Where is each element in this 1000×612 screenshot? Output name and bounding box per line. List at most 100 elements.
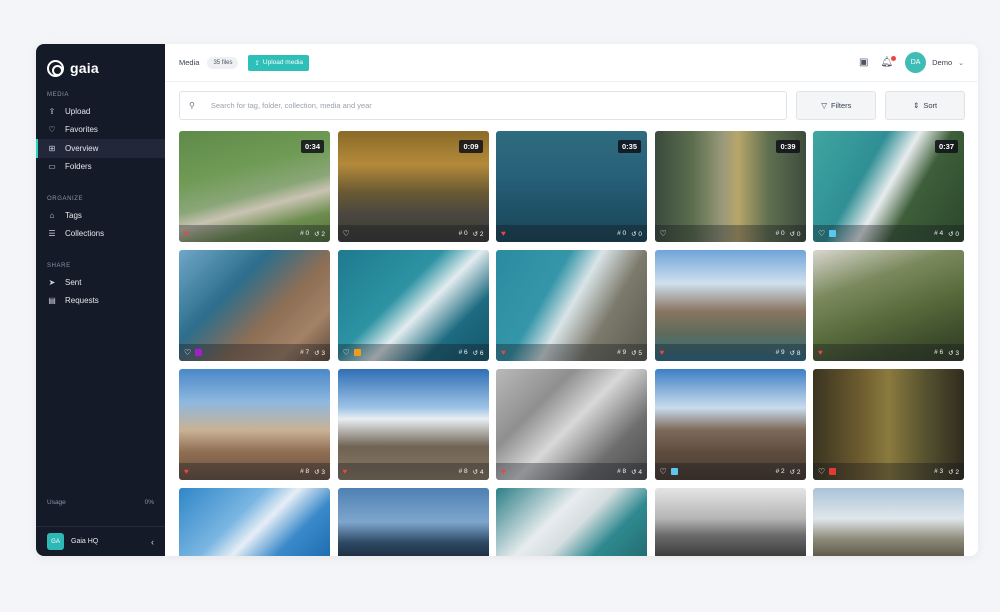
heart-icon[interactable]: ♥ <box>184 229 189 238</box>
media-tile[interactable]: 0:37 ♡ # 4 ↺ 0 <box>813 131 964 242</box>
version-count-value: 0 <box>638 230 642 238</box>
media-tile[interactable]: ♥ # 8 ↺ 4 <box>337 369 489 480</box>
usage-meter: Usage 0% <box>47 499 154 506</box>
media-tile[interactable]: ♥ # 9 ↺ 8 <box>654 250 806 361</box>
upload-media-button[interactable]: ⇪ Upload media <box>248 54 310 71</box>
tag-count-value: 6 <box>463 348 468 356</box>
media-tile[interactable]: ♥ # 8 ↺ 4 <box>496 369 647 480</box>
brand[interactable]: gaia <box>36 44 165 82</box>
media-tile[interactable] <box>813 488 964 556</box>
version-count-value: 0 <box>955 230 959 238</box>
media-tile[interactable]: ♡ # 7 ↺ 3 <box>179 250 330 361</box>
version-count-value: 3 <box>321 468 325 476</box>
version-count: ↺ 2 <box>948 468 959 476</box>
tile-stats: # 2 ↺ 2 <box>776 468 801 476</box>
search-input[interactable] <box>210 101 771 110</box>
user-menu[interactable]: DA Demo ⌄ <box>905 52 964 73</box>
heart-icon[interactable]: ♡ <box>343 348 350 357</box>
media-tile[interactable]: ♡ # 3 ↺ 2 <box>813 369 964 480</box>
tile-footer: ♡ # 4 ↺ 0 <box>813 225 964 242</box>
media-tile[interactable] <box>179 488 330 556</box>
heart-icon[interactable]: ♡ <box>343 229 350 238</box>
media-tile[interactable] <box>496 488 647 556</box>
filter-icon: ▽ <box>821 101 827 110</box>
heart-icon[interactable]: ♥ <box>501 467 506 476</box>
document-icon: ▤ <box>48 296 56 306</box>
notifications-button[interactable]: 🔔︎ <box>880 56 897 68</box>
heart-icon[interactable]: ♡ <box>818 467 825 476</box>
color-label-swatch[interactable] <box>829 468 837 475</box>
heart-icon[interactable]: ♡ <box>660 467 667 476</box>
sidebar-item-overview[interactable]: ⊞ Overview <box>36 139 165 158</box>
heart-icon[interactable]: ♥ <box>184 467 189 476</box>
sort-button[interactable]: ⇕ Sort <box>885 91 965 120</box>
folder-icon: ▭ <box>48 162 56 172</box>
tag-count-value: 0 <box>622 229 627 237</box>
media-tile[interactable]: 0:09 ♡ # 0 ↺ 2 <box>337 131 489 242</box>
color-label-swatch[interactable] <box>670 468 678 475</box>
media-tile[interactable]: 0:35 ♥ # 0 ↺ 0 <box>496 131 647 242</box>
heart-icon[interactable]: ♥ <box>501 229 506 238</box>
heart-icon[interactable]: ♥ <box>343 467 348 476</box>
heart-icon[interactable]: ♥ <box>818 348 823 357</box>
tag-count: # 6 <box>934 349 943 357</box>
media-tile[interactable]: 0:34 ♥ # 0 ↺ 2 <box>179 131 330 242</box>
media-tile[interactable] <box>337 488 489 556</box>
sort-label: Sort <box>923 101 938 110</box>
sidebar-item-folders[interactable]: ▭ Folders <box>36 158 165 177</box>
color-label-swatch[interactable] <box>195 349 203 356</box>
calendar-icon[interactable]: ▣ <box>859 57 868 68</box>
version-count-value: 0 <box>796 230 801 238</box>
media-tile[interactable]: ♥ # 8 ↺ 3 <box>179 369 330 480</box>
sidebar-item-tags[interactable]: ⌂ Tags <box>36 206 165 225</box>
history-icon: ↺ <box>789 468 797 476</box>
version-count: ↺ 3 <box>948 349 959 357</box>
version-count-value: 6 <box>479 349 484 357</box>
sidebar-item-label: Favorites <box>65 125 98 135</box>
heart-icon[interactable]: ♡ <box>660 229 667 238</box>
media-tile[interactable]: ♡ # 6 ↺ 6 <box>337 250 489 361</box>
heart-icon[interactable]: ♥ <box>660 348 665 357</box>
workspace-switcher[interactable]: GA Gaia HQ ‹ <box>36 526 165 556</box>
tile-stats: # 0 ↺ 2 <box>459 230 484 238</box>
tile-footer: ♡ # 7 ↺ 3 <box>179 344 330 361</box>
color-label-swatch[interactable] <box>353 349 361 356</box>
version-count: ↺ 2 <box>473 230 484 238</box>
sidebar-item-upload[interactable]: ⇪ Upload <box>36 102 165 121</box>
media-thumbnail <box>179 488 330 556</box>
sidebar-item-requests[interactable]: ▤ Requests <box>36 292 165 311</box>
video-duration-badge: 0:37 <box>934 140 958 153</box>
breadcrumb[interactable]: Media <box>179 58 199 67</box>
heart-icon[interactable]: ♥ <box>501 348 506 357</box>
tile-stats: # 8 ↺ 4 <box>459 468 484 476</box>
filters-button[interactable]: ▽ Filters <box>796 91 877 120</box>
sidebar-item-sent[interactable]: ➤ Sent <box>36 273 165 292</box>
color-label-swatch[interactable] <box>829 230 837 237</box>
tile-footer: ♡ # 2 ↺ 2 <box>654 463 806 480</box>
media-tile[interactable]: ♥ # 9 ↺ 5 <box>496 250 647 361</box>
sidebar-item-label: Folders <box>65 162 92 172</box>
media-thumbnail <box>654 488 806 556</box>
media-tile[interactable] <box>654 488 806 556</box>
sidebar-item-label: Collections <box>65 229 105 239</box>
workspace-name: Gaia HQ <box>71 538 99 545</box>
tag-count-value: 9 <box>622 348 627 356</box>
sidebar-item-collections[interactable]: ☰ Collections <box>36 225 165 244</box>
search-icon: ⚲ <box>189 101 195 110</box>
heart-icon[interactable]: ♡ <box>184 348 191 357</box>
collapse-chevron-icon[interactable]: ‹ <box>151 537 154 547</box>
version-count: ↺ 5 <box>631 349 642 357</box>
tag-count-value: 4 <box>939 229 944 237</box>
media-tile[interactable]: 0:39 ♡ # 0 ↺ 0 <box>654 131 806 242</box>
tile-stats: # 7 ↺ 3 <box>300 349 325 357</box>
media-tile[interactable]: ♡ # 2 ↺ 2 <box>654 369 806 480</box>
search-box: ⚲ <box>179 91 788 120</box>
sidebar-item-favorites[interactable]: ♡ Favorites <box>36 121 165 140</box>
tag-count: # 8 <box>617 468 626 476</box>
media-tile[interactable]: ♥ # 6 ↺ 3 <box>813 250 964 361</box>
heart-icon[interactable]: ♡ <box>818 229 825 238</box>
video-duration-badge: 0:09 <box>459 140 483 153</box>
topbar: Media 35 files ⇪ Upload media ▣ 🔔︎ DA De… <box>165 44 978 82</box>
nav-section-label: ORGANIZE <box>47 196 84 202</box>
